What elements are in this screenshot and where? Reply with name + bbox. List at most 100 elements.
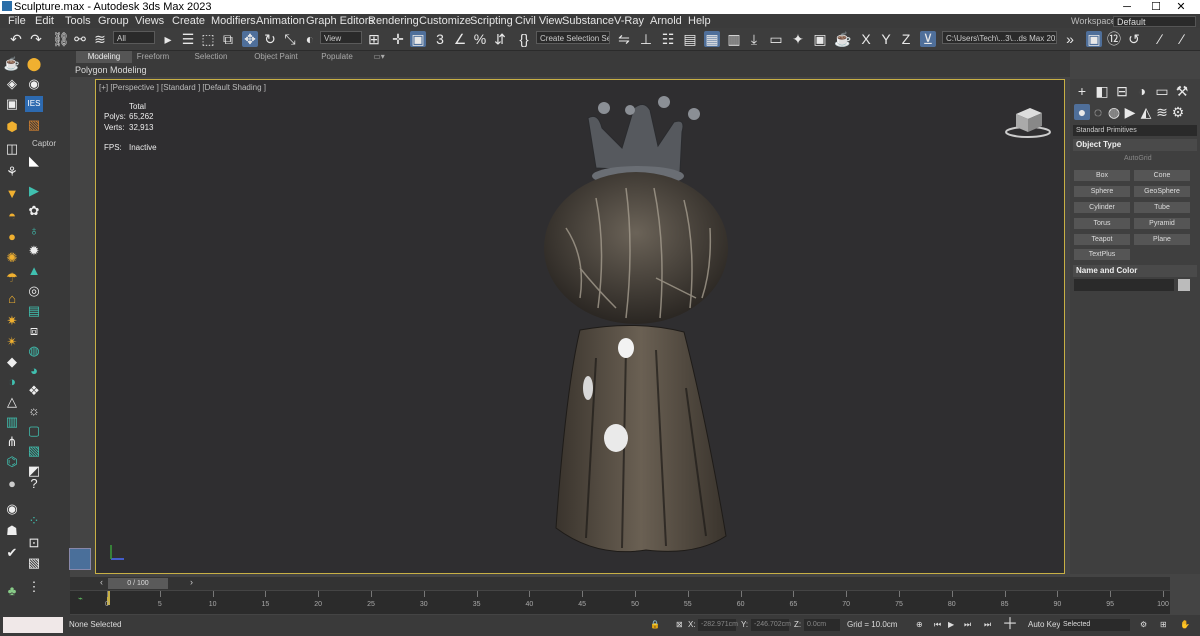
- menu-animation[interactable]: Animation: [256, 14, 305, 28]
- tool-icon-30[interactable]: △: [3, 394, 21, 410]
- tool-icon-1[interactable]: ⬤: [25, 56, 43, 72]
- unlink-icon[interactable]: ⚯: [72, 31, 88, 47]
- curve-editor-icon[interactable]: ▥: [726, 31, 742, 47]
- reference-coordinate-dropdown[interactable]: View: [320, 31, 362, 44]
- tool-icon-40[interactable]: ⁘: [25, 513, 43, 529]
- teapot-button[interactable]: Teapot: [1074, 234, 1130, 245]
- create-panel-icon[interactable]: +: [1074, 83, 1090, 99]
- layer-explorer-icon[interactable]: ▤: [682, 31, 698, 47]
- tool-icon-19[interactable]: ⌂: [3, 291, 21, 307]
- tool-icon-24[interactable]: ✴: [3, 334, 21, 350]
- slider-prev-icon[interactable]: ‹: [100, 577, 103, 587]
- tool-icon-38[interactable]: ●: [3, 476, 21, 492]
- ribbon-panel-label[interactable]: Polygon Modeling: [75, 64, 147, 76]
- z-coord-field[interactable]: 0.0cm: [804, 619, 840, 631]
- undo-icon[interactable]: ↶: [8, 31, 24, 47]
- menu-edit[interactable]: Edit: [35, 14, 54, 28]
- constraint-x[interactable]: X: [858, 31, 874, 47]
- menu-rendering[interactable]: Rendering: [368, 14, 419, 28]
- link-icon[interactable]: ⛓: [52, 31, 70, 47]
- object-name-input[interactable]: [1074, 279, 1174, 291]
- pan-view-icon[interactable]: ✋: [1180, 619, 1190, 631]
- spinner-snap-icon[interactable]: ⇵: [492, 31, 508, 47]
- tool-icon-14[interactable]: ♁: [25, 223, 43, 239]
- keyboard-shortcut-icon[interactable]: ▣: [410, 31, 426, 47]
- tool-icon-42[interactable]: ⊡: [25, 535, 43, 551]
- tool-icon-21[interactable]: ▤: [25, 303, 43, 319]
- menu-substance[interactable]: Substance: [562, 14, 614, 28]
- zoom-extents-icon[interactable]: ⊞: [1160, 619, 1167, 631]
- tool-icon-44[interactable]: ▧: [25, 555, 43, 571]
- tab-freeform[interactable]: Freeform: [132, 51, 174, 63]
- pivot-center-icon[interactable]: ⊞: [366, 31, 382, 47]
- shapes-icon[interactable]: ◌: [1090, 104, 1106, 120]
- tool-icon-43[interactable]: ✔: [3, 545, 21, 561]
- constraint-y[interactable]: Y: [878, 31, 894, 47]
- ref-icon-1[interactable]: ∕: [1152, 31, 1168, 47]
- tool-icon-32[interactable]: ▥: [3, 414, 21, 430]
- tool-icon-20[interactable]: ◎: [25, 283, 43, 299]
- goto-end-icon[interactable]: ⏭: [984, 619, 991, 631]
- menu-scripting[interactable]: Scripting: [470, 14, 513, 28]
- help-icon[interactable]: ?: [25, 476, 43, 492]
- align-icon[interactable]: ⊥: [638, 31, 654, 47]
- geosphere-button[interactable]: GeoSphere: [1134, 186, 1190, 197]
- viewcube-icon[interactable]: [1004, 104, 1052, 140]
- window-crossing-icon[interactable]: ⧉: [220, 31, 236, 47]
- tool-icon-39[interactable]: ◉: [3, 501, 21, 517]
- tool-icon-22[interactable]: ✷: [3, 313, 21, 329]
- menu-civil-view[interactable]: Civil View: [515, 14, 562, 28]
- rect-selection-icon[interactable]: ⬚: [200, 31, 216, 47]
- constraint-xy-icon[interactable]: ⊻: [920, 31, 936, 47]
- schematic-view-icon[interactable]: ⤓: [746, 31, 762, 47]
- placement-icon[interactable]: ◐: [302, 31, 318, 47]
- tab-populate[interactable]: Populate: [314, 51, 360, 63]
- bind-spacewarp-icon[interactable]: ≋: [92, 31, 108, 47]
- tool-icon-11[interactable]: ◓: [3, 208, 21, 224]
- tool-icon-2[interactable]: ◈: [3, 76, 21, 92]
- edit-named-selection-icon[interactable]: {}: [516, 31, 532, 47]
- rotate-icon[interactable]: ↻: [262, 31, 278, 47]
- curve-editor-toggle-icon[interactable]: ⌁: [78, 594, 83, 603]
- modify-panel-icon[interactable]: ◧: [1094, 83, 1110, 99]
- slider-next-icon[interactable]: ›: [190, 577, 193, 587]
- menu-arnold[interactable]: Arnold: [650, 14, 682, 28]
- sync-icon[interactable]: ↺: [1126, 31, 1142, 47]
- tool-icon-10[interactable]: ▶: [25, 183, 43, 199]
- time-slider[interactable]: 0 / 100: [108, 578, 168, 589]
- viewport-label[interactable]: [+] [Perspective ] [Standard ] [Default …: [99, 83, 266, 92]
- menu-tools[interactable]: Tools: [65, 14, 91, 28]
- menu-vray[interactable]: V-Ray: [614, 14, 644, 28]
- set-key-icon[interactable]: ＋: [1002, 617, 1018, 633]
- tool-icon-31[interactable]: ☼: [25, 403, 43, 419]
- plane-button[interactable]: Plane: [1134, 234, 1190, 245]
- tool-icon-29[interactable]: ❖: [25, 383, 43, 399]
- menu-help[interactable]: Help: [688, 14, 711, 28]
- cylinder-button[interactable]: Cylinder: [1074, 202, 1130, 213]
- save-icon[interactable]: ▣: [1086, 31, 1102, 47]
- constraint-z[interactable]: Z: [898, 31, 914, 47]
- expand-toolbar-icon[interactable]: »: [1062, 31, 1078, 47]
- tab-object-paint[interactable]: Object Paint: [248, 51, 304, 63]
- play-icon[interactable]: ▶: [948, 619, 954, 631]
- spacewarps-icon[interactable]: ≋: [1154, 104, 1170, 120]
- tool-icon-36[interactable]: ⌬: [3, 454, 21, 470]
- tab-selection[interactable]: Selection: [188, 51, 234, 63]
- workspaces-dropdown[interactable]: Default: [1113, 16, 1196, 27]
- tool-icon-28[interactable]: ◑: [3, 374, 21, 390]
- viewport-thumbnail[interactable]: [69, 548, 91, 570]
- tool-icon-7[interactable]: ◫: [3, 141, 21, 157]
- primitive-type-dropdown[interactable]: Standard Primitives: [1073, 125, 1197, 136]
- sculpture-model[interactable]: [526, 88, 766, 563]
- name-color-header[interactable]: Name and Color: [1073, 265, 1197, 277]
- ref-icon-2[interactable]: ∕: [1174, 31, 1190, 47]
- angle-snap-icon[interactable]: ∠: [452, 31, 468, 47]
- tool-icon-25[interactable]: ◍: [25, 343, 43, 359]
- menu-file[interactable]: File: [8, 14, 26, 28]
- tool-icon-13[interactable]: ●: [3, 229, 21, 245]
- timeline-track[interactable]: ⌁ 0 5 10 15 20 25 30 35 40 45 50 55 60 65 70 75 80 85 90 95…: [70, 591, 1170, 614]
- material-editor-icon[interactable]: ▭: [768, 31, 784, 47]
- tool-icon-4[interactable]: ▣: [3, 96, 21, 112]
- torus-button[interactable]: Torus: [1074, 218, 1130, 229]
- percent-snap-icon[interactable]: %: [472, 31, 488, 47]
